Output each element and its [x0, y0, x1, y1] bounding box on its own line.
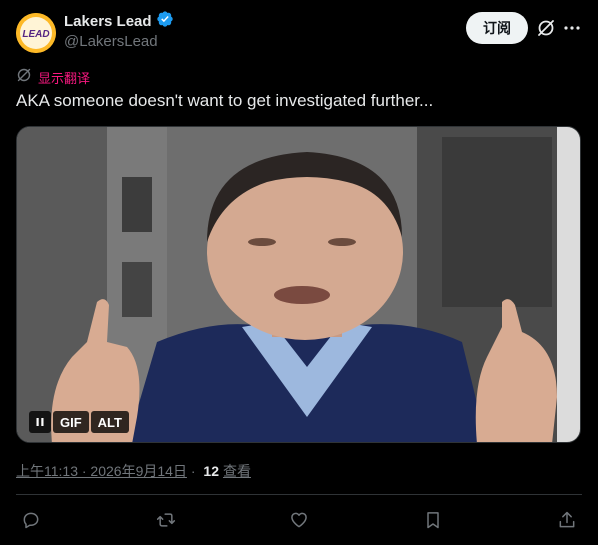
- lakers-lead-logo: LEAD: [16, 13, 56, 53]
- gif-badge: GIF: [53, 411, 89, 433]
- show-translation-link[interactable]: 显示翻译: [16, 67, 91, 88]
- like-icon[interactable]: [289, 510, 309, 530]
- retweet-icon[interactable]: [156, 510, 176, 530]
- bookmark-icon[interactable]: [423, 510, 443, 530]
- views-count: 12: [203, 463, 219, 479]
- views-label[interactable]: 查看: [223, 461, 251, 481]
- translate-label: 显示翻译: [38, 70, 91, 86]
- post-meta: 上午11:13 · 2026年9月14日 · 12 查看: [16, 461, 251, 481]
- more-icon[interactable]: [562, 18, 582, 38]
- reply-icon[interactable]: [21, 510, 41, 530]
- avatar[interactable]: LEAD: [16, 13, 56, 53]
- divider: [16, 494, 582, 495]
- post-timestamp[interactable]: 上午11:13 · 2026年9月14日: [16, 461, 187, 481]
- author-handle[interactable]: @LakersLead: [64, 33, 174, 50]
- grok-icon[interactable]: [536, 18, 556, 38]
- media-controls: GIF ALT: [29, 411, 129, 433]
- tweet-post: LEAD Lakers Lead @LakersLead 订阅 显示翻译 AKA…: [0, 0, 598, 545]
- verified-badge-icon: [156, 10, 174, 33]
- subscribe-button[interactable]: 订阅: [466, 12, 528, 44]
- tweet-text: AKA someone doesn't want to get investig…: [16, 91, 434, 110]
- pause-icon: [36, 418, 44, 426]
- alt-text-button[interactable]: ALT: [90, 411, 129, 433]
- share-icon[interactable]: [557, 510, 577, 530]
- author-name[interactable]: Lakers Lead: [64, 13, 152, 30]
- svg-text:LEAD: LEAD: [22, 29, 49, 40]
- translate-icon: [16, 67, 32, 88]
- pause-button[interactable]: [29, 411, 51, 433]
- author-block: Lakers Lead @LakersLead: [64, 10, 174, 50]
- meta-separator: ·: [186, 463, 200, 479]
- gif-media[interactable]: GIF ALT: [16, 126, 581, 443]
- gif-frame-image: [17, 127, 580, 442]
